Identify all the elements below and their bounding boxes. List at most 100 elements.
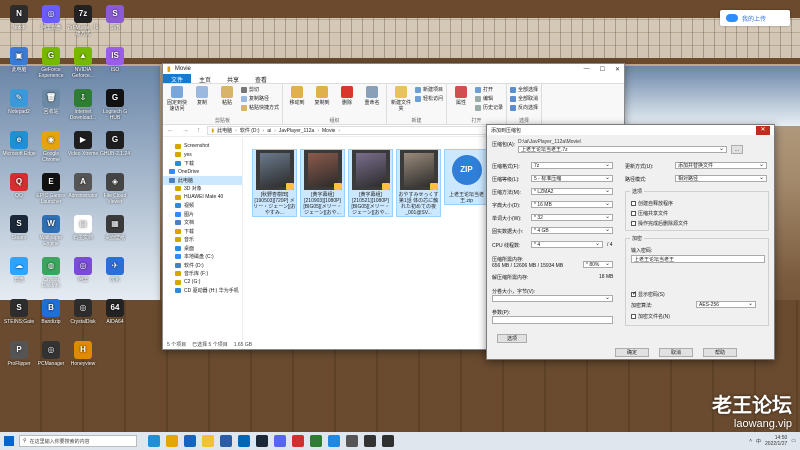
close-icon[interactable]: ✕ <box>756 125 770 135</box>
taskbar-app-icon[interactable] <box>328 435 340 447</box>
nav-item[interactable]: 图片 <box>163 210 242 219</box>
taskbar-app-icon[interactable] <box>166 435 178 447</box>
new-folder-button[interactable]: 新建文件夹 <box>390 86 412 112</box>
breadcrumb-segment[interactable]: ai <box>267 128 271 134</box>
shared-checkbox[interactable]: 压缩共享文件 <box>631 210 668 217</box>
taskbar-app-icon[interactable] <box>202 435 214 447</box>
desktop-icon[interactable]: W Wallpaper Engine <box>34 212 68 250</box>
mem-percent-select[interactable]: * 80% <box>583 260 613 268</box>
clock[interactable]: 14:50 2022/1/27 <box>765 435 787 447</box>
paste-button[interactable]: 粘贴 <box>216 86 238 106</box>
encrypt-names-checkbox[interactable]: 加密文件名(N) <box>631 313 670 320</box>
nav-item[interactable]: CD 驱动器 (H:) 华为手机 <box>163 287 242 296</box>
desktop-icon[interactable]: Q QQ <box>2 170 36 208</box>
pathmode-select[interactable]: 相对路径 <box>675 174 767 182</box>
method-select[interactable]: * LZMA2 <box>531 187 613 195</box>
pin-button[interactable]: 固定到快速访问 <box>166 86 188 112</box>
language-indicator[interactable]: 中 <box>756 438 761 445</box>
desktop-icon[interactable]: P ProFlipper <box>2 338 36 376</box>
invert-selection-button[interactable]: 反向选择 <box>510 104 538 111</box>
nav-item[interactable]: 下载 <box>163 159 242 168</box>
dict-select[interactable]: * 16 MB <box>531 200 613 208</box>
chevron-right-icon[interactable]: › <box>274 128 276 134</box>
select-none-button[interactable]: 全部取消 <box>510 95 538 102</box>
desktop-icon[interactable]: N Notch <box>2 2 36 40</box>
nav-item[interactable]: HUAWEI Mate 40 <box>163 193 242 202</box>
nav-item[interactable]: 音乐 <box>163 236 242 245</box>
cut-button[interactable]: 剪切 <box>241 86 279 93</box>
nav-item[interactable]: 本地磁盘 (C:) <box>163 253 242 262</box>
desktop-icon[interactable]: B Bandizip <box>34 296 68 334</box>
cloud-upload-button[interactable]: 我的上传 <box>720 10 790 26</box>
desktop-icon[interactable]: G GHUB-2.1.24 <box>98 128 132 166</box>
nav-item[interactable]: 下载 <box>163 227 242 236</box>
nav-arrows-icon[interactable]: ← → ↑ <box>167 127 203 134</box>
move-to-button[interactable]: 移动到 <box>286 86 308 106</box>
cpu-select[interactable]: * 4 <box>531 240 603 248</box>
desktop-icon[interactable]: ☁ 云盘 <box>2 254 36 292</box>
copy-path-button[interactable]: 复制路径 <box>241 95 279 102</box>
taskbar-app-icon[interactable] <box>346 435 358 447</box>
nav-item[interactable]: 桌面 <box>163 244 242 253</box>
desktop-icon[interactable]: S SVB <box>98 2 132 40</box>
nav-item[interactable]: 软件 (D:) <box>163 261 242 270</box>
history-button[interactable]: 历史记录 <box>475 104 503 111</box>
desktop-icon[interactable]: A Administrator <box>66 170 100 208</box>
format-select[interactable]: 7z <box>531 161 613 169</box>
tab-view[interactable]: 查看 <box>247 74 275 84</box>
help-button[interactable]: 帮助 <box>703 348 737 357</box>
tab-file[interactable]: 文件 <box>163 74 192 84</box>
solid-select[interactable]: * 4 GB <box>531 226 613 234</box>
taskbar-search[interactable]: ⚲ 在这里输入你要搜索的内容 <box>19 435 137 447</box>
update-select[interactable]: 添加并替换文件 <box>675 161 767 169</box>
show-password-checkbox[interactable]: 显示密码(S) <box>631 290 665 298</box>
desktop-icon[interactable]: ⇩ Internet Download... <box>66 86 100 124</box>
delete-source-checkbox[interactable]: 操作完成后删除源文件 <box>631 220 688 227</box>
chevron-right-icon[interactable]: › <box>317 128 319 134</box>
video-file-item[interactable]: [黄字幕组] [210521][1080P] [BIG05][メリー・ジェーン]… <box>348 149 393 217</box>
new-item-button[interactable]: 新建项目 <box>415 86 443 93</box>
level-select[interactable]: 5 - 标准压缩 <box>531 174 613 182</box>
chevron-right-icon[interactable]: › <box>263 128 265 134</box>
desktop-icon[interactable]: ✎ Notepad2 <box>2 86 36 124</box>
desktop-icon[interactable]: E EPIC Games Launcher <box>34 170 68 208</box>
edit-button[interactable]: 编辑 <box>475 95 503 102</box>
dialog-titlebar[interactable]: 添加到压缩包 ✕ <box>487 125 774 135</box>
minimize-icon[interactable]: — <box>584 66 590 73</box>
video-file-item[interactable]: [秋野杏樹田] [190503][720P] メリー・ジェーン][おやすみ... <box>252 149 297 217</box>
nav-item[interactable]: Screenshot <box>163 142 242 151</box>
desktop-icon[interactable]: ◉ Google Chrome <box>34 128 68 166</box>
archive-name-combo[interactable]: 上老王论坛当老王.7z <box>518 145 727 153</box>
desktop-icon[interactable]: ▦ 桌面壁纸 <box>98 212 132 250</box>
desktop-icon[interactable]: S Steam <box>2 212 36 250</box>
nav-item[interactable]: yes <box>163 151 242 160</box>
paste-shortcut-button[interactable]: 粘贴快捷方式 <box>241 104 279 111</box>
desktop-icon[interactable]: ◍ Crystal DiskInfo <box>34 254 68 292</box>
desktop-icon[interactable]: ✈ 优化 <box>98 254 132 292</box>
nav-item[interactable]: C2 (G:) <box>163 278 242 287</box>
delete-button[interactable]: 删除 <box>336 86 358 106</box>
breadcrumb-segment[interactable]: 软件 (D:) <box>240 127 260 134</box>
start-button[interactable] <box>4 436 14 446</box>
chevron-right-icon[interactable]: › <box>338 128 340 134</box>
desktop-icon[interactable]: 7z 7zFM.exe - 快捷方式 <box>66 2 100 40</box>
chevron-up-icon[interactable]: ˄ <box>749 438 752 444</box>
nav-item[interactable]: 音乐库 (F:) <box>163 270 242 279</box>
password-input[interactable]: 上老王论坛当老王 <box>631 255 765 263</box>
open-button[interactable]: 打开 <box>475 86 503 93</box>
desktop-icon[interactable]: ◎ 阿里云盘 <box>34 2 68 40</box>
breadcrumb-segment[interactable]: Movie <box>322 128 335 134</box>
taskbar-app-icon[interactable] <box>364 435 376 447</box>
taskbar-app-icon[interactable] <box>382 435 394 447</box>
ok-button[interactable]: 确定 <box>615 348 649 357</box>
options-button[interactable]: 选项 <box>497 334 527 343</box>
breadcrumb-segment[interactable]: JavPlayer_112a <box>279 128 315 134</box>
taskbar-app-icon[interactable] <box>292 435 304 447</box>
desktop-icon[interactable]: ▲ NVIDIA Geforce... <box>66 44 100 82</box>
desktop-icon[interactable]: ▶ Video Xtreme <box>66 128 100 166</box>
desktop-icon[interactable]: 64 AIDA64 <box>98 296 132 334</box>
copy-to-button[interactable]: 复制到 <box>311 86 333 106</box>
sfx-checkbox[interactable]: 创建自释放程序 <box>631 200 673 207</box>
word-select[interactable]: * 32 <box>531 213 613 221</box>
maximize-icon[interactable]: ☐ <box>600 66 605 73</box>
